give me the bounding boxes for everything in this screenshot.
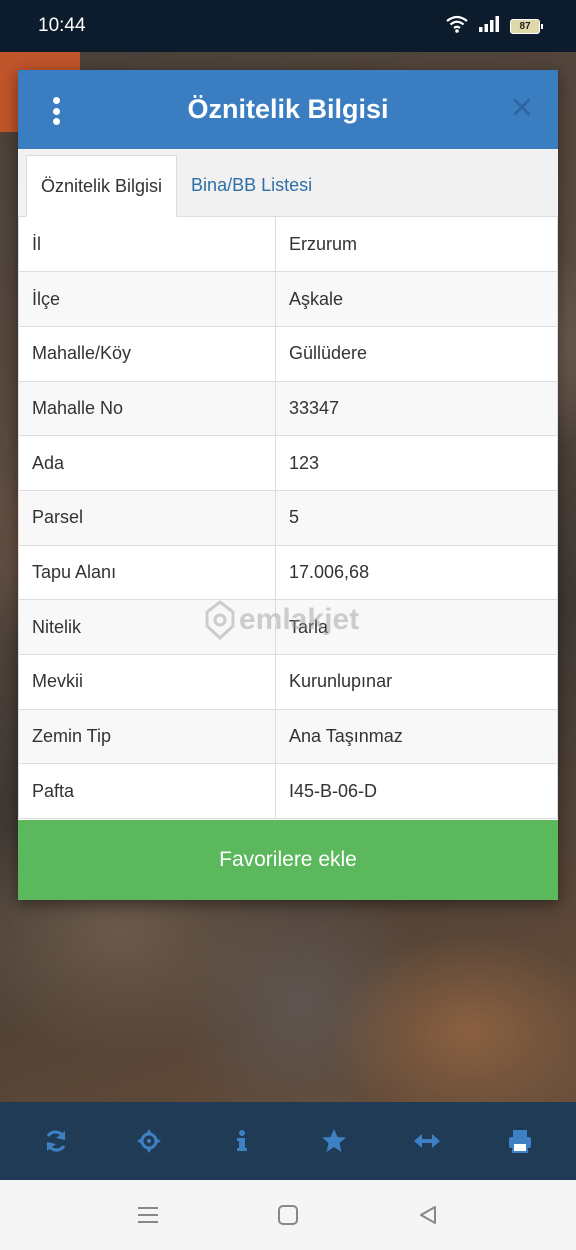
info-button[interactable] [218,1117,266,1165]
table-row: Mahalle/Köy Güllüdere [18,325,558,382]
row-key: Mahalle/Köy [18,325,276,382]
row-key: İlçe [18,271,276,327]
battery-icon: 87 [510,18,543,34]
print-button[interactable] [496,1117,544,1165]
table-row: Parsel 5 [18,489,558,546]
back-icon [420,1206,436,1224]
row-key: İl [18,217,276,273]
table-row: Tapu Alanı 17.006,68 [18,544,558,601]
refresh-button[interactable] [32,1117,80,1165]
close-icon: ✕ [509,92,535,125]
print-icon [508,1130,531,1153]
status-time: 10:44 [38,15,86,36]
tab-attribute-info[interactable]: Öznitelik Bilgisi [26,155,178,217]
row-value: Kurunlupınar [275,654,558,710]
table-row: Mevkii Kurunlupınar [18,654,558,710]
row-value: 123 [275,435,558,491]
row-value: I45-B-06-D [275,763,558,820]
row-value: Erzurum [275,217,558,273]
row-key: Pafta [18,763,276,820]
locate-button[interactable] [125,1117,173,1165]
measure-icon [413,1134,440,1148]
info-icon [236,1130,247,1151]
attribute-dialog: Öznitelik Bilgisi ✕ Öznitelik Bilgisi Bi… [18,70,558,900]
home-button[interactable] [273,1200,303,1230]
table-row: Pafta I45-B-06-D [18,763,558,820]
row-value: Ana Taşınmaz [275,708,558,765]
dialog-header: Öznitelik Bilgisi ✕ [18,70,558,149]
crosshair-icon [136,1129,161,1153]
dialog-title: Öznitelik Bilgisi [187,94,389,124]
table-row: İl Erzurum [18,217,558,273]
refresh-icon [46,1130,66,1152]
row-key: Parsel [18,489,276,546]
more-options-button[interactable] [42,94,70,128]
add-to-favorites-button[interactable]: Favorilere ekle [18,820,558,900]
row-key: Tapu Alanı [18,544,276,601]
signal-icon [478,15,500,38]
row-value: Aşkale [275,271,558,327]
kebab-menu-icon [52,97,60,104]
row-key: Mahalle No [18,380,276,437]
home-icon [278,1205,298,1225]
wifi-icon [446,15,468,38]
back-button[interactable] [413,1200,443,1230]
table-row: Zemin Tip Ana Taşınmaz [18,708,558,765]
row-key: Zemin Tip [18,708,276,765]
row-key: Mevkii [18,654,276,710]
table-row: İlçe Aşkale [18,271,558,327]
kebab-dot [52,118,60,125]
row-value: 33347 [275,380,558,437]
row-value: Tarla [275,599,558,655]
row-value: 17.006,68 [275,544,558,601]
recent-apps-button[interactable] [133,1200,163,1230]
map-toolbar [0,1102,576,1180]
status-icons: 87 [446,15,543,38]
tab-building-list[interactable]: Bina/BB Listesi [177,154,326,216]
attribute-table: İl Erzurum İlçe Aşkale Mahalle/Köy Güllüder… [18,217,558,820]
kebab-dot [52,107,60,115]
row-value: Güllüdere [275,325,558,382]
table-row: Ada 123 [18,435,558,491]
row-key: Nitelik [18,599,276,655]
measure-button[interactable] [403,1117,451,1165]
star-icon [322,1129,347,1152]
table-row: Nitelik Tarla [18,599,558,655]
favorites-button[interactable] [310,1117,358,1165]
status-bar: 10:44 87 [0,0,576,52]
table-row: Mahalle No 33347 [18,380,558,437]
menu-icon [138,1207,158,1223]
system-nav-bar [0,1180,576,1250]
tab-bar: Öznitelik Bilgisi Bina/BB Listesi [18,149,558,217]
close-button[interactable]: ✕ [506,92,538,126]
row-key: Ada [18,435,276,491]
row-value: 5 [275,489,558,546]
